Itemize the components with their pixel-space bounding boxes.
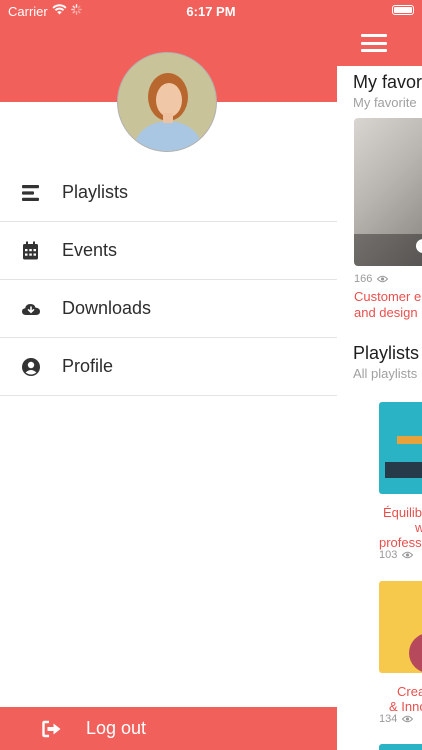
drawer-item-label: Events	[62, 240, 118, 260]
playlists-subtitle: All playlists	[353, 366, 418, 381]
drawer-item-label: Profile	[62, 356, 114, 376]
eye-icon	[402, 715, 414, 723]
status-bar: Carrier 6:17 PM	[0, 0, 422, 22]
avatar[interactable]	[117, 52, 217, 152]
favorites-title: My favor	[353, 72, 422, 92]
playlists-title: Playlists	[353, 343, 420, 363]
user-circle-icon	[22, 358, 40, 376]
favorites-subtitle: My favorite	[353, 95, 417, 110]
main-content: My favor My favorite 166 Customer e and …	[337, 0, 422, 750]
drawer-item-profile[interactable]: Profile	[0, 338, 337, 396]
drawer-item-downloads[interactable]: Downloads	[0, 280, 337, 338]
favorite-item-title-line1[interactable]: Customer e	[354, 289, 421, 305]
playlist-item-title[interactable]: Crea	[397, 684, 422, 700]
favorite-item-thumbnail[interactable]	[354, 118, 422, 266]
drawer-item-label: Downloads	[62, 298, 152, 318]
cloud-download-icon	[22, 304, 40, 315]
drawer-item-events[interactable]: Events	[0, 222, 337, 280]
playlist-item-title[interactable]: Équilib	[383, 505, 422, 521]
list-icon	[22, 185, 39, 201]
battery-icon	[392, 5, 414, 15]
playlist-item-views: 134	[379, 713, 414, 725]
drawer-item-label: Playlists	[62, 182, 129, 202]
calendar-icon	[23, 241, 38, 260]
clock: 6:17 PM	[186, 4, 236, 19]
playlist-item-views: 103	[379, 549, 414, 561]
sign-out-icon	[42, 720, 61, 738]
eye-icon	[402, 551, 414, 559]
playlist-item-title[interactable]: w	[415, 520, 422, 536]
drawer-menu: Playlists Events Downloads Profile	[0, 164, 337, 396]
favorite-item-views: 166	[354, 273, 389, 285]
playlist-item-thumbnail[interactable]	[379, 581, 422, 673]
hamburger-menu-icon[interactable]	[361, 34, 387, 52]
favorite-item-title-line2[interactable]: and design	[354, 305, 418, 321]
drawer-item-playlists[interactable]: Playlists	[0, 164, 337, 222]
eye-icon	[377, 275, 389, 283]
playlist-item-thumbnail[interactable]	[379, 402, 422, 494]
navigation-drawer: Playlists Events Downloads Profile Log o…	[0, 0, 337, 750]
logout-button[interactable]: Log out	[0, 707, 337, 750]
logout-label: Log out	[86, 718, 147, 738]
playlist-item-thumbnail[interactable]	[379, 744, 422, 750]
